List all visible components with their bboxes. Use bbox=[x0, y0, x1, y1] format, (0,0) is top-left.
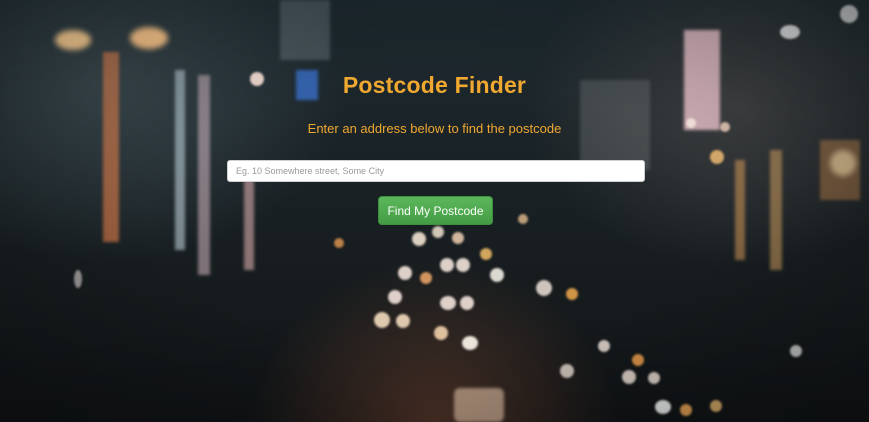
postcode-finder-panel: Postcode Finder Enter an address below t… bbox=[0, 0, 869, 422]
page-title: Postcode Finder bbox=[342, 72, 527, 98]
address-input[interactable] bbox=[227, 160, 645, 182]
find-postcode-button[interactable]: Find My Postcode bbox=[378, 196, 493, 225]
page-subtitle: Enter an address below to find the postc… bbox=[307, 121, 562, 136]
